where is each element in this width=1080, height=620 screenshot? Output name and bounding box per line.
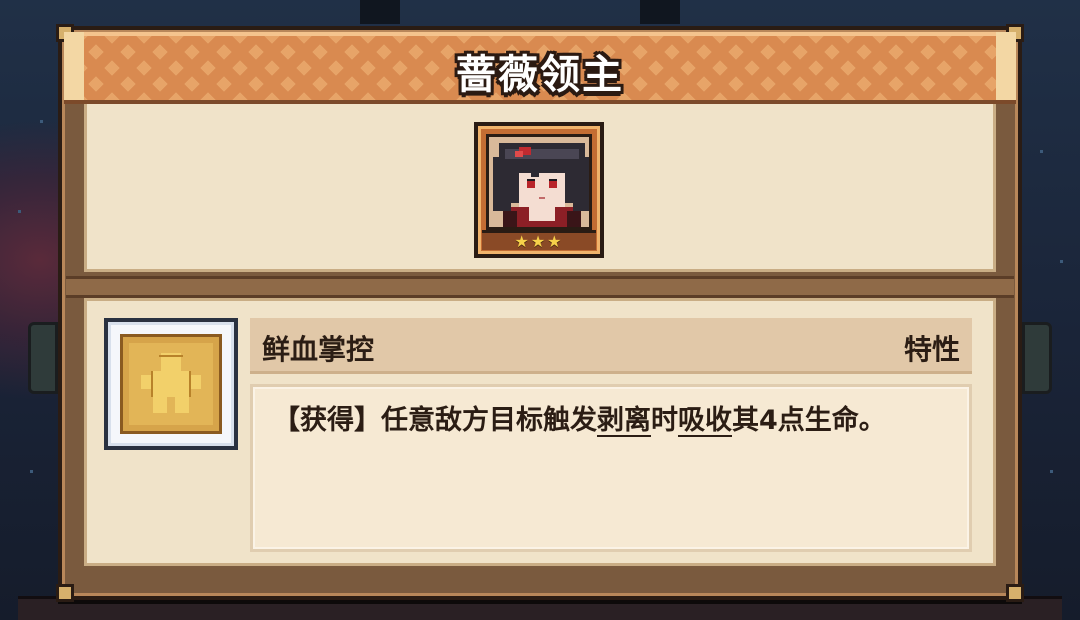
right-side-tab (1022, 322, 1052, 394)
skill-type-label: 特性 (903, 333, 960, 366)
description-text: 其4点生命。 (732, 405, 886, 436)
background-structure (360, 0, 400, 24)
unit-portrait-card[interactable]: ★★★ (474, 122, 604, 258)
dialog-title-bar: 蔷薇领主 (64, 32, 1016, 104)
golden-figure-emblem-icon (120, 334, 222, 434)
description-text: 【获得】任意敌方目标触发 (273, 405, 597, 436)
skill-description: 【获得】任意敌方目标触发剥离时吸收其4点生命。 (273, 401, 949, 441)
skill-description-box: 【获得】任意敌方目标触发剥离时吸收其4点生命。 (250, 384, 972, 552)
dialog-title: 蔷薇领主 (456, 52, 624, 98)
background-structure (640, 0, 680, 24)
left-side-tab (28, 322, 58, 394)
star-rating: ★★★ (482, 230, 596, 251)
frame-corner (1006, 584, 1024, 602)
keyword-link-absorb[interactable]: 吸收 (678, 405, 732, 436)
vampire-girl-portrait-icon (486, 134, 592, 230)
section-divider (66, 276, 1014, 298)
skill-name: 鲜血掌控 (262, 333, 375, 366)
keyword-link-strip[interactable]: 剥离 (597, 405, 651, 436)
skill-icon-card[interactable] (104, 318, 238, 450)
description-text: 时 (651, 405, 678, 436)
frame-corner (56, 584, 74, 602)
skill-header-bar: 鲜血掌控 特性 (250, 318, 972, 374)
